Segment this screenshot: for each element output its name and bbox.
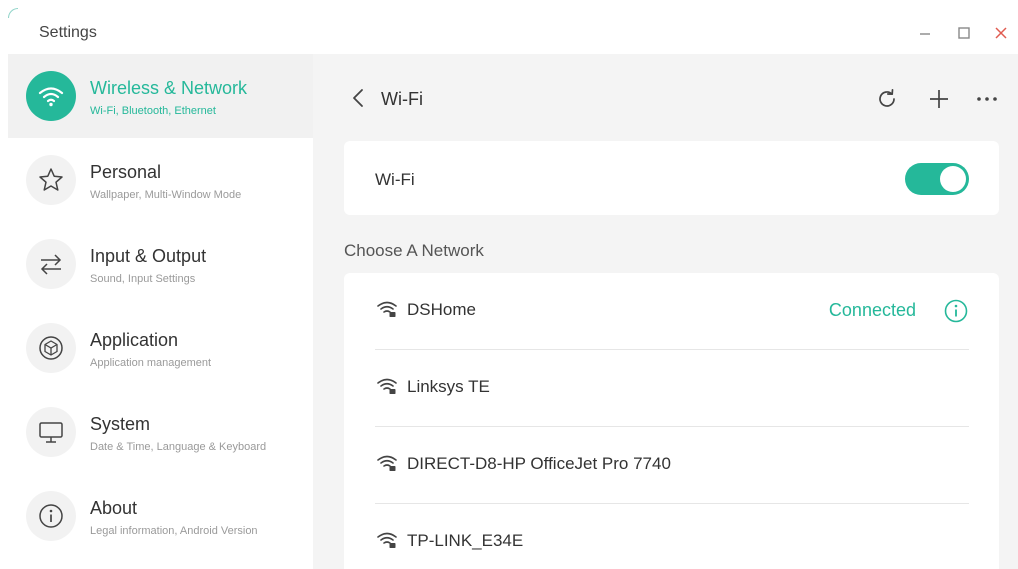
- sidebar-item-application[interactable]: Application Application management: [8, 306, 313, 390]
- wifi-toggle-switch[interactable]: [905, 163, 969, 195]
- app-icon: [8, 8, 18, 18]
- network-name: DSHome: [407, 300, 476, 319]
- network-name: TP-LINK_E34E: [407, 531, 524, 550]
- sidebar-item-title: Input & Output: [90, 246, 207, 266]
- sidebar-item-subtitle: Legal information, Android Version: [90, 525, 258, 537]
- info-icon: [26, 491, 76, 541]
- sidebar-item-title: Application: [90, 330, 179, 350]
- minimize-icon: [920, 33, 930, 35]
- wifi-toggle-label: Wi-Fi: [375, 170, 415, 189]
- monitor-icon: [26, 407, 76, 457]
- title-bar: Settings: [0, 0, 1018, 54]
- close-icon: [995, 27, 1007, 39]
- sidebar-item-subtitle: Wi-Fi, Bluetooth, Ethernet: [90, 105, 216, 117]
- more-button[interactable]: [974, 86, 1000, 112]
- network-row[interactable]: DSHome Connected: [375, 273, 969, 350]
- star-icon: [26, 155, 76, 205]
- wifi-lock-icon: [377, 532, 397, 548]
- wifi-lock-icon: [377, 455, 397, 471]
- more-icon: [977, 97, 997, 101]
- sidebar-item-about[interactable]: About Legal information, Android Version: [8, 474, 313, 558]
- maximize-button[interactable]: [953, 22, 975, 44]
- sidebar-item-subtitle: Sound, Input Settings: [90, 273, 196, 285]
- swap-arrows-icon: [26, 239, 76, 289]
- window-title: Settings: [39, 24, 97, 41]
- back-button[interactable]: [349, 87, 367, 109]
- sidebar-item-system[interactable]: System Date & Time, Language & Keyboard: [8, 390, 313, 474]
- chevron-left-icon: [353, 89, 363, 107]
- sidebar-item-personal[interactable]: Personal Wallpaper, Multi-Window Mode: [8, 138, 313, 222]
- sidebar-item-title: Wireless & Network: [90, 78, 248, 98]
- cube-icon: [26, 323, 76, 373]
- sidebar-item-subtitle: Date & Time, Language & Keyboard: [90, 441, 267, 453]
- network-info-button[interactable]: [943, 298, 969, 324]
- network-list: DSHome Connected Linksys TE DIRECT-D8-HP…: [344, 273, 999, 569]
- network-row[interactable]: DIRECT-D8-HP OfficeJet Pro 7740: [375, 427, 969, 504]
- network-name: DIRECT-D8-HP OfficeJet Pro 7740: [407, 454, 671, 473]
- wifi-toggle-card: Wi-Fi: [344, 141, 999, 215]
- sidebar-item-subtitle: Wallpaper, Multi-Window Mode: [90, 189, 242, 201]
- add-icon: [930, 90, 948, 108]
- maximize-icon: [958, 27, 970, 39]
- sidebar-item-title: Personal: [90, 162, 162, 182]
- refresh-button[interactable]: [874, 86, 900, 112]
- section-label: Choose A Network: [344, 241, 484, 260]
- sidebar-item-wireless-network[interactable]: Wireless & Network Wi-Fi, Bluetooth, Eth…: [8, 54, 313, 138]
- info-icon: [944, 299, 968, 323]
- sidebar-item-subtitle: Application management: [90, 357, 212, 369]
- minimize-button[interactable]: [914, 22, 936, 44]
- sidebar-item-title: About: [90, 498, 138, 518]
- network-name: Linksys TE: [407, 377, 490, 396]
- network-row[interactable]: Linksys TE: [375, 350, 969, 427]
- page-title: Wi-Fi: [381, 89, 423, 109]
- toggle-knob: [940, 166, 966, 192]
- main-panel: Wi-Fi Wi-Fi Choose A Network DSHome Conn…: [313, 54, 1018, 569]
- close-button[interactable]: [990, 22, 1012, 44]
- sidebar-item-input-output[interactable]: Input & Output Sound, Input Settings: [8, 222, 313, 306]
- wifi-lock-icon: [377, 378, 397, 394]
- wifi-lock-icon: [377, 301, 397, 317]
- add-network-button[interactable]: [926, 86, 952, 112]
- network-status: Connected: [828, 300, 916, 320]
- sidebar-item-title: System: [90, 414, 151, 434]
- sidebar: Wireless & Network Wi-Fi, Bluetooth, Eth…: [0, 54, 313, 569]
- wifi-icon: [26, 71, 76, 121]
- refresh-icon: [879, 88, 895, 107]
- network-row[interactable]: TP-LINK_E34E: [375, 504, 969, 569]
